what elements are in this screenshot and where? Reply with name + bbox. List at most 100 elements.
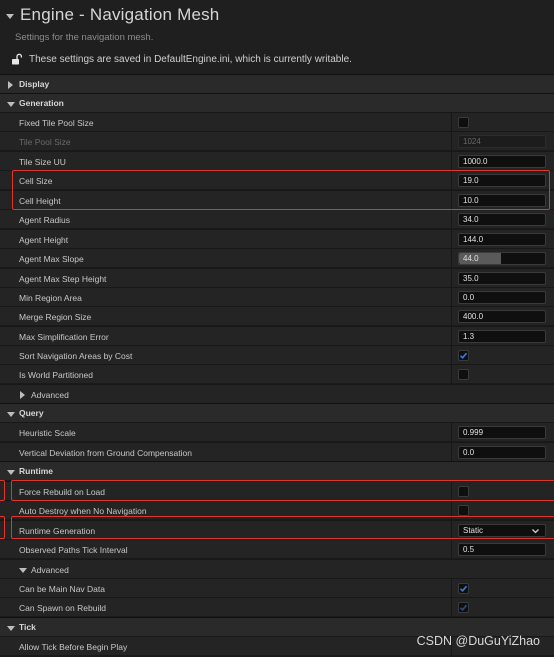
row-is-world-partitioned: Is World Partitioned (0, 364, 554, 384)
section-label: Runtime (19, 466, 53, 476)
observed-paths-tick-field[interactable]: 0.5 (458, 543, 546, 556)
force-rebuild-on-load-checkbox[interactable] (458, 486, 469, 497)
property-label: Is World Partitioned (19, 370, 94, 380)
fixed-tile-pool-size-checkbox[interactable] (458, 117, 469, 128)
property-label: Auto Destroy when No Navigation (19, 506, 147, 516)
can-spawn-on-rebuild-checkbox[interactable] (458, 602, 469, 613)
section-generation[interactable]: Generation (0, 93, 554, 112)
row-max-simplification-error: Max Simplification Error 1.3 (0, 326, 554, 346)
advanced-label: Advanced (31, 390, 69, 400)
tile-pool-size-field: 1024 (458, 135, 546, 148)
section-label: Generation (19, 98, 64, 108)
page-subtitle: Settings for the navigation mesh. (15, 32, 154, 43)
property-label: Can Spawn on Rebuild (19, 603, 106, 613)
dropdown-value: Static (463, 526, 484, 535)
is-world-partitioned-checkbox[interactable] (458, 369, 469, 380)
row-can-spawn-on-rebuild: Can Spawn on Rebuild (0, 597, 554, 617)
watermark: CSDN @DuGuYiZhao (416, 634, 540, 648)
property-label: Agent Max Step Height (19, 274, 107, 284)
property-label: Sort Navigation Areas by Cost (19, 351, 133, 361)
collapse-caret-icon[interactable] (7, 412, 15, 417)
row-tile-size-uu: Tile Size UU 1000.0 (0, 151, 554, 171)
unlock-icon (12, 53, 23, 65)
property-label: Agent Height (19, 235, 69, 245)
heuristic-scale-field[interactable]: 0.999 (458, 426, 546, 439)
row-vertical-deviation: Vertical Deviation from Ground Compensat… (0, 442, 554, 462)
merge-region-size-field[interactable]: 400.0 (458, 310, 546, 323)
section-display[interactable]: Display (0, 74, 554, 93)
row-runtime-advanced[interactable]: Advanced (0, 559, 554, 578)
property-label: Observed Paths Tick Interval (19, 545, 128, 555)
row-sort-navigation-areas: Sort Navigation Areas by Cost (0, 345, 554, 365)
property-label: Min Region Area (19, 293, 82, 303)
row-agent-radius: Agent Radius 34.0 (0, 209, 554, 229)
row-generation-advanced[interactable]: Advanced (0, 384, 554, 403)
section-label: Tick (19, 622, 36, 632)
advanced-label: Advanced (31, 565, 69, 575)
property-label: Cell Size (19, 176, 53, 186)
row-auto-destroy: Auto Destroy when No Navigation (0, 500, 554, 520)
row-agent-max-step-height: Agent Max Step Height 35.0 (0, 268, 554, 288)
agent-max-step-height-field[interactable]: 35.0 (458, 272, 546, 285)
row-runtime-generation: Runtime Generation Static (0, 520, 554, 540)
section-query[interactable]: Query (0, 403, 554, 422)
cell-size-field[interactable]: 19.0 (458, 174, 546, 187)
row-fixed-tile-pool-size: Fixed Tile Pool Size (0, 112, 554, 132)
expand-caret-icon[interactable] (20, 391, 25, 399)
row-agent-max-slope: Agent Max Slope 44.0 (0, 248, 554, 268)
slider-value: 44.0 (463, 254, 479, 263)
cell-height-field[interactable]: 10.0 (458, 194, 546, 207)
property-label: Fixed Tile Pool Size (19, 118, 94, 128)
row-cell-height: Cell Height 10.0 (0, 190, 554, 210)
row-observed-paths-tick: Observed Paths Tick Interval 0.5 (0, 539, 554, 559)
property-label: Can be Main Nav Data (19, 584, 105, 594)
sort-navigation-areas-checkbox[interactable] (458, 350, 469, 361)
expand-caret-icon[interactable] (8, 81, 13, 89)
title-row[interactable]: Engine - Navigation Mesh (6, 5, 219, 25)
auto-destroy-checkbox[interactable] (458, 505, 469, 516)
save-notice-text: These settings are saved in DefaultEngin… (29, 53, 352, 65)
save-notice: These settings are saved in DefaultEngin… (11, 53, 352, 65)
property-label: Max Simplification Error (19, 332, 109, 342)
property-label: Tile Size UU (19, 157, 66, 167)
section-runtime[interactable]: Runtime (0, 461, 554, 480)
collapse-caret-icon[interactable] (7, 626, 15, 631)
row-cell-size: Cell Size 19.0 (0, 170, 554, 190)
chevron-down-icon (532, 529, 539, 534)
runtime-generation-dropdown[interactable]: Static (458, 524, 546, 537)
section-label: Query (19, 408, 44, 418)
property-label: Cell Height (19, 196, 61, 206)
agent-height-field[interactable]: 144.0 (458, 233, 546, 246)
row-can-be-main-nav-data: Can be Main Nav Data (0, 578, 554, 598)
collapse-caret-icon[interactable] (7, 102, 15, 107)
property-label: Allow Tick Before Begin Play (19, 642, 128, 652)
checkmark-icon (459, 604, 468, 611)
max-simplification-error-field[interactable]: 1.3 (458, 330, 546, 343)
checkmark-icon (459, 352, 468, 359)
tile-size-uu-field[interactable]: 1000.0 (458, 155, 546, 168)
row-agent-height: Agent Height 144.0 (0, 229, 554, 249)
property-label: Agent Max Slope (19, 254, 84, 264)
property-label: Vertical Deviation from Ground Compensat… (19, 448, 192, 458)
property-label: Runtime Generation (19, 526, 96, 536)
row-merge-region-size: Merge Region Size 400.0 (0, 306, 554, 326)
section-label: Display (19, 79, 50, 89)
collapse-caret-icon[interactable] (6, 13, 14, 19)
settings-header: Engine - Navigation Mesh Settings for th… (0, 0, 554, 74)
can-be-main-nav-data-checkbox[interactable] (458, 583, 469, 594)
collapse-caret-icon[interactable] (7, 470, 15, 475)
property-label: Tile Pool Size (19, 137, 71, 147)
property-label: Heuristic Scale (19, 428, 76, 438)
row-heuristic-scale: Heuristic Scale 0.999 (0, 422, 554, 442)
min-region-area-field[interactable]: 0.0 (458, 291, 546, 304)
checkmark-icon (459, 585, 468, 592)
agent-max-slope-slider[interactable]: 44.0 (458, 252, 546, 265)
collapse-caret-icon[interactable] (19, 568, 27, 573)
row-force-rebuild-on-load: Force Rebuild on Load (0, 481, 554, 501)
property-label: Merge Region Size (19, 312, 92, 322)
property-label: Force Rebuild on Load (19, 487, 106, 497)
row-tile-pool-size: Tile Pool Size 1024 (0, 131, 554, 151)
agent-radius-field[interactable]: 34.0 (458, 213, 546, 226)
vertical-deviation-field[interactable]: 0.0 (458, 446, 546, 459)
property-label: Agent Radius (19, 215, 71, 225)
